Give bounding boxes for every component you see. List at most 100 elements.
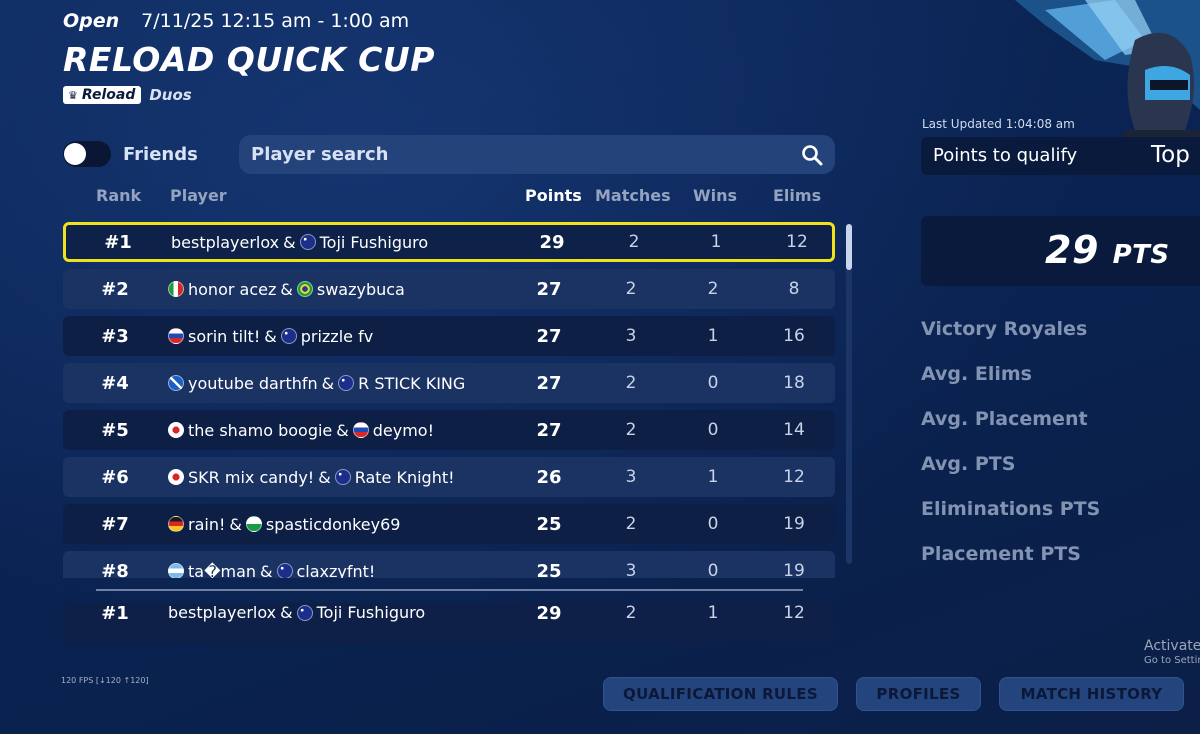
mode-tag-label: Reload xyxy=(81,87,136,103)
player-2-name[interactable]: deymo! xyxy=(373,421,434,440)
table-row[interactable]: #7 rain! & spasticdonkey69 25 2 0 19 xyxy=(63,504,835,544)
crown-icon: ♛ xyxy=(68,88,78,102)
elims-cell: 16 xyxy=(783,326,805,346)
wins-cell: 1 xyxy=(707,467,719,487)
event-header: Open 7/11/25 12:15 am - 1:00 am RELOAD Q… xyxy=(63,10,435,104)
ampersand: & xyxy=(260,561,273,579)
table-row[interactable]: #8 ta�man & claxzyfnt! 25 3 0 19 xyxy=(63,551,835,578)
matches-cell: 3 xyxy=(625,561,637,578)
table-row[interactable]: #3 sorin tilt! & prizzle fv 27 3 1 16 xyxy=(63,316,835,356)
player-2-name[interactable]: R STICK KING xyxy=(358,374,465,393)
rank-cell: #1 xyxy=(104,231,132,253)
activate-windows-watermark: Activate Go to Settin xyxy=(1144,638,1200,667)
friends-label: Friends xyxy=(123,143,198,165)
player-cell[interactable]: rain! & spasticdonkey69 xyxy=(168,515,400,534)
player-2-name[interactable]: prizzle fv xyxy=(301,327,373,346)
table-row[interactable]: #5 the shamo boogie & deymo! 27 2 0 14 xyxy=(63,410,835,450)
player-1-name[interactable]: honor acez xyxy=(188,280,276,299)
player-1-name[interactable]: sorin tilt! xyxy=(188,327,260,346)
flag-br-icon xyxy=(296,281,313,297)
flag-au-icon xyxy=(280,328,297,344)
flag-ar-icon xyxy=(168,563,184,578)
player-2-name[interactable]: claxzyfnt! xyxy=(297,562,376,579)
table-row[interactable]: #6 SKR mix candy! & Rate Knight! 26 3 1 12 xyxy=(63,457,835,497)
player-2-name[interactable]: Toji Fushiguro ￼ xyxy=(317,603,431,622)
stat-avg-pts: Avg. PTS xyxy=(921,453,1016,475)
profiles-button[interactable]: PROFILES xyxy=(856,677,981,711)
flag-ru-icon xyxy=(168,328,184,344)
player-cell[interactable]: SKR mix candy! & Rate Knight! xyxy=(168,468,455,487)
points-cell: 27 xyxy=(536,278,562,300)
last-updated: Last Updated 1:04:08 am xyxy=(922,117,1075,131)
player-1-name[interactable]: ta�man xyxy=(188,562,256,579)
leaderboard-list[interactable]: #1 bestplayerlox & Toji Fushiguro ￼ 29 2 1 12… xyxy=(63,222,835,578)
flag-ru-icon xyxy=(352,422,369,438)
player-cell[interactable]: honor acez & swazybuca xyxy=(168,280,405,299)
my-rank-row[interactable]: #1 bestplayerlox & Toji Fushiguro ￼ 29 2 1 12 xyxy=(63,603,835,643)
elims-cell: 14 xyxy=(783,420,805,440)
match-history-button[interactable]: MATCH HISTORY xyxy=(999,677,1184,711)
matches-cell: 3 xyxy=(625,326,637,346)
elims-cell: 19 xyxy=(783,561,805,578)
column-header-wins[interactable]: Wins xyxy=(693,186,737,205)
elims-cell: 8 xyxy=(788,279,800,299)
watermark-line-2: Go to Settin xyxy=(1144,654,1200,666)
leaderboard-scrollbar[interactable] xyxy=(846,224,852,564)
column-header-matches[interactable]: Matches xyxy=(595,186,671,205)
watermark-line-1: Activate xyxy=(1144,638,1200,654)
rank-cell: #8 xyxy=(101,560,129,579)
wins-cell: 0 xyxy=(707,561,719,578)
table-row[interactable]: #1 bestplayerlox & Toji Fushiguro ￼ 29 2 1 12 xyxy=(63,222,835,262)
ampersand: & xyxy=(336,420,349,440)
player-1-name[interactable]: SKR mix candy! xyxy=(188,468,314,487)
player-search-input[interactable] xyxy=(251,144,801,165)
wins-cell: 1 xyxy=(710,232,722,252)
player-cell[interactable]: sorin tilt! & prizzle fv xyxy=(168,327,373,346)
player-2-name[interactable]: Toji Fushiguro ￼ xyxy=(320,233,434,252)
player-2-name[interactable]: Rate Knight! xyxy=(355,468,455,487)
points-cell: 29 xyxy=(536,603,562,624)
column-header-elims[interactable]: Elims xyxy=(773,186,821,205)
rank-cell: #1 xyxy=(101,603,129,624)
player-cell[interactable]: the shamo boogie & deymo! xyxy=(168,421,434,440)
wins-cell: 1 xyxy=(707,603,719,623)
player-1-name[interactable]: bestplayerlox xyxy=(168,603,276,622)
column-header-player: Player xyxy=(170,186,227,205)
scrollbar-thumb[interactable] xyxy=(846,224,852,270)
flag-au-icon xyxy=(334,469,351,485)
ampersand: & xyxy=(280,279,293,299)
table-row[interactable]: #4 youtube darthfn & R STICK KING 27 2 0 18 xyxy=(63,363,835,403)
qualification-rules-button[interactable]: QUALIFICATION RULES xyxy=(603,677,838,711)
player-1-name[interactable]: youtube darthfn xyxy=(188,374,318,393)
matches-cell: 3 xyxy=(625,467,637,487)
table-row[interactable]: #2 honor acez & swazybuca 27 2 2 8 xyxy=(63,269,835,309)
flag-au-icon xyxy=(338,375,355,391)
friends-toggle[interactable]: Friends xyxy=(63,141,198,167)
player-1-name[interactable]: the shamo boogie xyxy=(188,421,332,440)
total-points-value: 29 xyxy=(1045,228,1099,272)
matches-cell: 2 xyxy=(628,232,640,252)
search-icon[interactable] xyxy=(801,144,823,166)
elims-cell: 18 xyxy=(783,373,805,393)
column-header-points[interactable]: Points xyxy=(525,186,582,205)
player-cell[interactable]: ta�man & claxzyfnt! xyxy=(168,561,376,579)
rank-cell: #3 xyxy=(101,325,129,347)
player-cell[interactable]: youtube darthfn & R STICK KING xyxy=(168,374,465,393)
player-2-name[interactable]: swazybuca xyxy=(317,280,405,299)
points-to-qualify-box: Points to qualify Top xyxy=(921,137,1200,175)
elims-cell: 12 xyxy=(786,232,808,252)
player-1-name[interactable]: rain! xyxy=(188,515,225,534)
flag-wl-icon xyxy=(245,516,262,532)
player-2-name[interactable]: spasticdonkey69 xyxy=(266,515,401,534)
player-1-name[interactable]: bestplayerlox xyxy=(171,233,279,252)
player-cell[interactable]: bestplayerlox & Toji Fushiguro ￼ xyxy=(171,233,433,252)
points-cell: 27 xyxy=(536,372,562,394)
ampersand: & xyxy=(321,373,335,393)
toggle-switch[interactable] xyxy=(63,141,111,167)
rank-cell: #4 xyxy=(101,372,129,394)
points-cell: 25 xyxy=(536,513,562,535)
player-cell[interactable]: bestplayerlox & Toji Fushiguro ￼ xyxy=(168,603,430,622)
flag-au-icon xyxy=(276,563,293,578)
player-search-box[interactable] xyxy=(239,135,835,174)
ampersand: & xyxy=(318,467,331,487)
